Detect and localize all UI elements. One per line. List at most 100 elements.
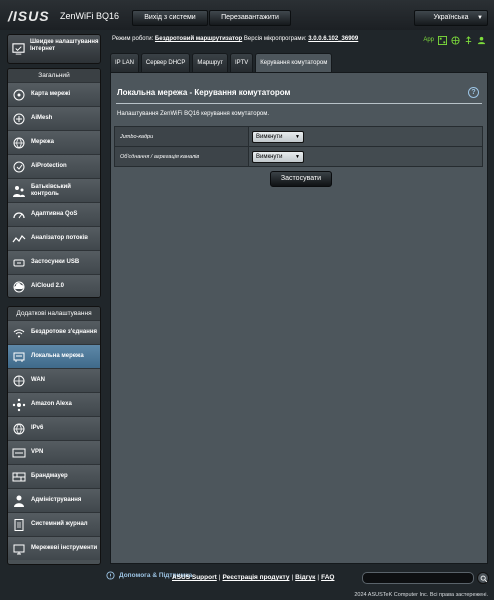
sidebar-item-label: AiMesh (31, 115, 53, 121)
sidebar-item-label: Amazon Alexa (31, 401, 72, 407)
sidebar-item-amazon-alexa[interactable]: Amazon Alexa (8, 392, 100, 416)
link-separator: | (317, 574, 320, 581)
qr-code-icon[interactable] (438, 35, 447, 45)
page-title: Локальна мережа - Керування комутатором (117, 88, 291, 97)
sidebar-item-aicloud[interactable]: AiCloud 2.0 (8, 274, 100, 297)
vpn-icon (12, 448, 26, 457)
lan-icon (13, 352, 25, 362)
help-icon[interactable]: ? (468, 87, 479, 98)
settings-table: Jumbo-кадри Вимкнути ▼ Об'єднання / агре… (114, 126, 483, 167)
table-row: Об'єднання / агрегація каналів Вимкнути … (114, 146, 483, 167)
sidebar-item-network[interactable]: Мережа (8, 130, 100, 154)
feedback-link[interactable]: Відгук (295, 574, 315, 581)
sidebar-item-label: AiCloud 2.0 (31, 283, 65, 289)
aiprotection-icon (13, 161, 25, 172)
tab-switch-control[interactable]: Керування комутатором (255, 53, 333, 72)
ipv6-icon (13, 423, 25, 434)
search-icon (480, 575, 488, 583)
parental-control-icon (13, 185, 25, 197)
faq-link[interactable]: FAQ (321, 574, 334, 581)
search-input[interactable] (362, 572, 474, 584)
mode-label: Режим роботи: (112, 36, 154, 42)
wan-icon (13, 375, 25, 386)
top-bar: /ISUS ZenWiFi BQ16 Вихід з системи Перез… (0, 0, 494, 30)
link-aggregation-select[interactable]: Вимкнути ▼ (252, 150, 304, 163)
chevron-down-icon: ▼ (477, 15, 483, 21)
usb-status-icon[interactable] (464, 35, 473, 45)
sidebar-item-label: Адміністрування (31, 497, 82, 503)
network-map-icon (13, 89, 25, 100)
general-menu-title: Загальний (8, 69, 100, 82)
sidebar-item-vpn[interactable]: VPN (8, 440, 100, 464)
reboot-button[interactable]: Перезавантажити (209, 10, 291, 26)
aimesh-icon (13, 113, 25, 124)
sidebar-item-label: IPv6 (31, 425, 44, 431)
network-tools-icon (13, 544, 25, 554)
sidebar-item-label: Аналізатор потоків (31, 235, 88, 241)
usb-icon (13, 259, 25, 266)
sidebar-item-aiprotection[interactable]: AiProtection (8, 154, 100, 178)
qos-icon (13, 211, 25, 218)
administration-icon (14, 495, 24, 507)
tab-route[interactable]: Маршрут (192, 53, 228, 72)
footer-links: ASUS Support | Реєстрація продукту | Відгук |… (172, 574, 334, 581)
tab-ip-lan[interactable]: IP LAN (110, 53, 139, 72)
sidebar-item-label: Застосунки USB (31, 259, 80, 265)
product-registration-link[interactable]: Реєстрація продукту (222, 574, 289, 581)
sidebar-item-label: Мережа (31, 139, 54, 145)
title-divider (116, 103, 482, 104)
sidebar-item-administration[interactable]: Адміністрування (8, 488, 100, 512)
network-icon (13, 137, 25, 148)
apply-button[interactable]: Застосувати (270, 171, 332, 187)
sidebar-item-label: Брандмауер (31, 473, 68, 479)
asus-support-link[interactable]: ASUS Support (172, 574, 217, 581)
app-label[interactable]: App (423, 37, 434, 43)
status-line: Режим роботи: Бездротовий маршрутизатор … (112, 36, 358, 46)
general-menu: Загальний Карта мережі AiMesh Мережа AiP… (7, 68, 101, 298)
link-aggregation-label: Об'єднання / агрегація каналів (114, 146, 249, 167)
quick-setup-label: Швидке налаштування Інтернет (30, 39, 99, 52)
sidebar-item-adaptive-qos[interactable]: Адаптивна QoS (8, 202, 100, 226)
sidebar-item-label: Мережеві інструменти (31, 545, 98, 551)
aicloud-icon (13, 281, 25, 292)
sidebar-item-label: Системний журнал (31, 521, 88, 527)
page-description: Налаштування ZenWiFi BQ16 керування кому… (117, 111, 270, 117)
sidebar-item-aimesh[interactable]: AiMesh (8, 106, 100, 130)
sidebar-item-system-log[interactable]: Системний журнал (8, 512, 100, 536)
search-button[interactable] (477, 572, 489, 584)
lan-tabs: IP LAN Сервер DHCP Маршрут IPTV Керуванн… (110, 53, 333, 72)
jumbo-frame-label: Jumbo-кадри (114, 126, 249, 147)
tab-iptv[interactable]: IPTV (229, 53, 254, 72)
help-support-icon (106, 571, 115, 580)
sidebar-item-network-map[interactable]: Карта мережі (8, 82, 100, 106)
sidebar-item-wan[interactable]: WAN (8, 368, 100, 392)
link-aggregation-value: Вимкнути (256, 153, 283, 160)
quick-internet-setup-button[interactable]: Швидке налаштування Інтернет (7, 34, 101, 64)
jumbo-frame-select[interactable]: Вимкнути ▼ (252, 130, 304, 143)
sidebar-item-lan[interactable]: Локальна мережа (8, 344, 100, 368)
logout-button[interactable]: Вихід з системи (132, 10, 208, 26)
advanced-menu: Додаткові налаштування Бездротове з'єдна… (7, 306, 101, 565)
clients-status-icon[interactable] (477, 36, 486, 45)
language-select[interactable]: Українська ▼ (414, 10, 488, 26)
internet-status-icon[interactable] (451, 35, 460, 45)
sidebar-item-ipv6[interactable]: IPv6 (8, 416, 100, 440)
chevron-down-icon: ▼ (295, 153, 300, 160)
tab-dhcp-server[interactable]: Сервер DHCP (140, 53, 191, 72)
sidebar-item-parental-control[interactable]: Батьківський контроль (8, 178, 100, 202)
sidebar-item-wireless[interactable]: Бездротове з'єднання (8, 320, 100, 344)
asus-logo[interactable]: /ISUS (8, 8, 50, 24)
firmware-value-link[interactable]: 3.0.0.6.102_36909 (308, 36, 358, 42)
sidebar-item-firewall[interactable]: Брандмауер (8, 464, 100, 488)
mode-value-link[interactable]: Бездротовий маршрутизатор (155, 36, 242, 42)
sidebar-item-usb-apps[interactable]: Застосунки USB (8, 250, 100, 274)
sidebar-item-label: Бездротове з'єднання (31, 329, 97, 335)
link-separator: | (291, 574, 294, 581)
sidebar-item-network-tools[interactable]: Мережеві інструменти (8, 536, 100, 560)
sidebar-item-label: VPN (31, 449, 44, 455)
chevron-down-icon: ▼ (295, 133, 300, 140)
link-aggregation-cell: Вимкнути ▼ (248, 146, 483, 167)
sidebar-item-traffic-analyzer[interactable]: Аналізатор потоків (8, 226, 100, 250)
alexa-icon (12, 398, 26, 411)
quick-setup-icon (12, 43, 25, 55)
